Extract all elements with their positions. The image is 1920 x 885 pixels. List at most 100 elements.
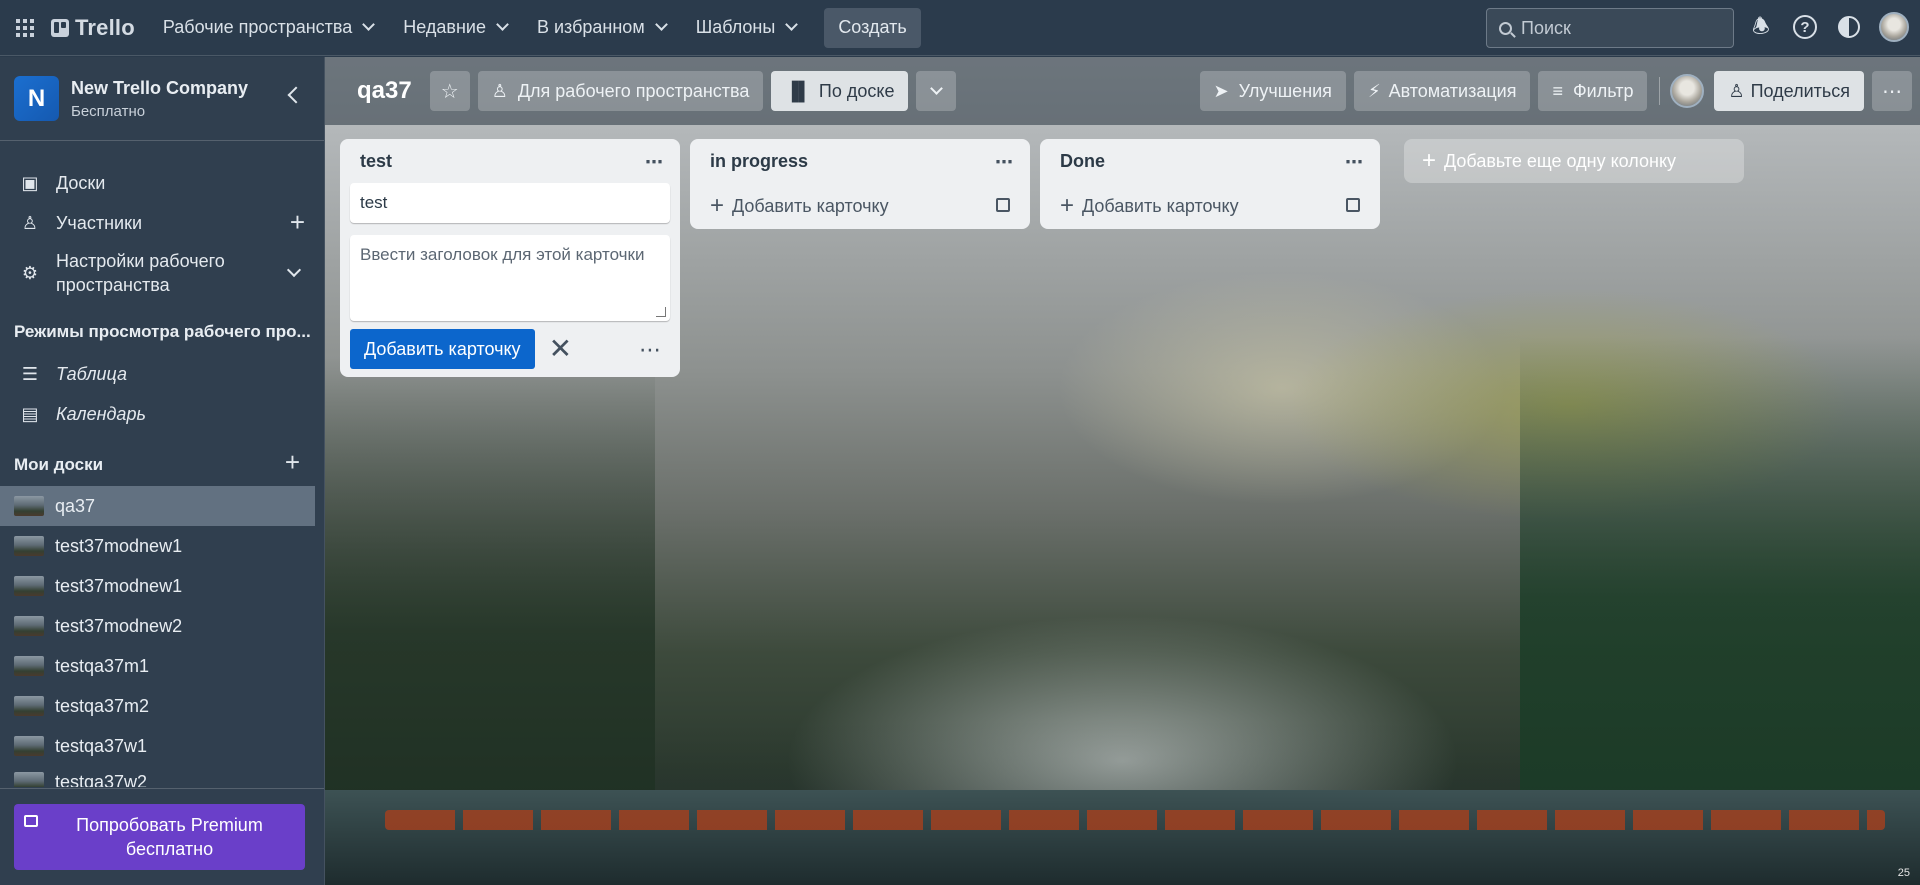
board-thumbnail bbox=[14, 736, 44, 756]
close-icon[interactable]: ✕ bbox=[549, 335, 572, 363]
filter-label: Фильтр bbox=[1572, 80, 1634, 101]
sidebar-board-item[interactable]: testqa37w2 bbox=[0, 766, 315, 787]
add-card-link[interactable]: + Добавить карточку bbox=[690, 183, 1030, 229]
sidebar-item-calendar[interactable]: ▤ Календарь bbox=[0, 394, 315, 434]
automation-button[interactable]: ⚡ Автоматизация bbox=[1353, 71, 1531, 111]
nav-workspaces-menu[interactable]: Рабочие пространства bbox=[151, 10, 385, 46]
board-name: testqa37w2 bbox=[55, 772, 148, 787]
visibility-button[interactable]: ♙ Для рабочего пространства bbox=[477, 71, 764, 111]
composer-actions: Добавить карточку ✕ ⋯ bbox=[340, 321, 680, 377]
board-name: testqa37m2 bbox=[55, 695, 150, 716]
sidebar-board-qa37[interactable]: qa37 bbox=[0, 486, 315, 526]
view-switcher-button[interactable]: ▐▌ По доске bbox=[771, 71, 909, 111]
list-menu-icon[interactable]: ⋯ bbox=[645, 152, 664, 173]
app-switcher-icon[interactable] bbox=[7, 10, 43, 46]
power-ups-button[interactable]: ➤ Улучшения bbox=[1199, 71, 1346, 111]
sidebar-board-item[interactable]: testqa37m2 bbox=[0, 686, 315, 726]
share-label: Поделиться bbox=[1750, 80, 1850, 101]
add-column-button[interactable]: + Добавьте еще одну колонку bbox=[1404, 139, 1744, 183]
list-title[interactable]: Done bbox=[1060, 151, 1105, 172]
list-title[interactable]: in progress bbox=[710, 151, 808, 172]
template-icon[interactable] bbox=[1346, 198, 1360, 212]
workspace-logo: N bbox=[14, 76, 59, 121]
board-icon: ▣ bbox=[21, 172, 39, 193]
add-card-button[interactable]: Добавить карточку bbox=[350, 329, 535, 369]
workspace-header: N New Trello Company Бесплатно bbox=[0, 57, 324, 141]
power-ups-label: Улучшения bbox=[1238, 80, 1332, 101]
premium-label: Попробовать Premium бесплатно bbox=[76, 815, 263, 859]
megaphone-icon[interactable]: 🕭 bbox=[1748, 14, 1774, 40]
workspace-sidebar: N New Trello Company Бесплатно ▣ Доски ♙… bbox=[0, 57, 325, 885]
board-thumbnail bbox=[14, 576, 44, 596]
background-forest bbox=[1520, 337, 1920, 817]
card-title-textarea[interactable]: Ввести заголовок для этой карточки bbox=[350, 235, 670, 321]
board-title[interactable]: qa37 bbox=[357, 77, 412, 105]
share-button[interactable]: ♙ Поделиться bbox=[1714, 71, 1864, 111]
more-icon[interactable]: ⋯ bbox=[639, 337, 662, 363]
more-icon: ⋯ bbox=[1882, 80, 1902, 103]
view-options-button[interactable] bbox=[916, 71, 957, 111]
nav-label: В избранном bbox=[536, 17, 645, 37]
trello-logo[interactable]: Trello bbox=[51, 15, 135, 41]
list-title[interactable]: test bbox=[360, 151, 392, 172]
add-card-label: Добавить карточку bbox=[732, 195, 889, 216]
chevron-down-icon[interactable] bbox=[286, 262, 302, 278]
sidebar-item-boards[interactable]: ▣ Доски bbox=[0, 163, 315, 203]
list-menu-icon[interactable]: ⋯ bbox=[995, 152, 1014, 173]
trello-logo-icon bbox=[51, 18, 69, 37]
star-icon: ☆ bbox=[440, 80, 459, 103]
template-icon[interactable] bbox=[996, 198, 1010, 212]
nav-label: Шаблоны bbox=[695, 17, 776, 37]
board-name: test37modnew2 bbox=[55, 615, 183, 636]
list-menu-icon[interactable]: ⋯ bbox=[1345, 152, 1364, 173]
chevron-down-icon bbox=[930, 81, 943, 95]
sidebar-item-label: Доски bbox=[56, 172, 106, 193]
list-done: Done ⋯ + Добавить карточку bbox=[1040, 139, 1380, 229]
list-test: test ⋯ test Ввести заголовок для этой ка… bbox=[340, 139, 680, 377]
background-boats bbox=[385, 810, 1885, 830]
add-card-link[interactable]: + Добавить карточку bbox=[1040, 183, 1380, 229]
workspace-name: New Trello Company bbox=[71, 77, 249, 98]
add-board-icon[interactable]: + bbox=[285, 449, 300, 475]
search-placeholder: Поиск bbox=[1521, 17, 1571, 38]
nav-recent-menu[interactable]: Недавние bbox=[391, 10, 519, 46]
table-icon: ☰ bbox=[21, 363, 39, 384]
board-menu-button[interactable]: ⋯ bbox=[1872, 71, 1912, 111]
board-thumbnail bbox=[14, 772, 44, 787]
user-avatar[interactable] bbox=[1879, 12, 1909, 42]
list-header[interactable]: in progress ⋯ bbox=[690, 139, 1030, 183]
resize-handle[interactable] bbox=[656, 307, 666, 317]
create-button[interactable]: Создать bbox=[824, 7, 921, 48]
list-header[interactable]: test ⋯ bbox=[340, 139, 680, 183]
sidebar-board-item[interactable]: testqa37w1 bbox=[0, 726, 315, 766]
card[interactable]: test bbox=[350, 183, 670, 223]
sidebar-board-item[interactable]: test37modnew1 bbox=[0, 526, 315, 566]
board-member-avatar[interactable] bbox=[1670, 74, 1705, 108]
chevron-down-icon bbox=[654, 18, 668, 31]
search-input[interactable]: Поиск bbox=[1486, 8, 1734, 48]
sidebar-board-item[interactable]: test37modnew1 bbox=[0, 566, 315, 606]
person-icon: ♙ bbox=[21, 212, 39, 233]
search-icon bbox=[1499, 21, 1512, 35]
board-thumbnail bbox=[14, 696, 44, 716]
star-board-button[interactable]: ☆ bbox=[429, 71, 470, 111]
sidebar-board-item[interactable]: test37modnew2 bbox=[0, 606, 315, 646]
theme-toggle-icon[interactable] bbox=[1838, 16, 1860, 38]
sidebar-item-label: Участники bbox=[56, 212, 142, 233]
sidebar-board-item[interactable]: testqa37m1 bbox=[0, 646, 315, 686]
divider bbox=[0, 788, 324, 789]
divider bbox=[1659, 77, 1661, 105]
add-member-icon[interactable]: + bbox=[290, 209, 305, 235]
nav-starred-menu[interactable]: В избранном bbox=[525, 10, 678, 46]
sidebar-item-members[interactable]: ♙ Участники + bbox=[0, 203, 315, 243]
list-in-progress: in progress ⋯ + Добавить карточку bbox=[690, 139, 1030, 229]
board-name: qa37 bbox=[55, 495, 96, 516]
filter-button[interactable]: ≡ Фильтр bbox=[1538, 71, 1648, 111]
list-header[interactable]: Done ⋯ bbox=[1040, 139, 1380, 183]
help-icon[interactable]: ? bbox=[1793, 15, 1817, 39]
collapse-sidebar-icon[interactable] bbox=[287, 86, 305, 104]
nav-templates-menu[interactable]: Шаблоны bbox=[684, 10, 809, 46]
try-premium-button[interactable]: Попробовать Premium бесплатно bbox=[14, 804, 305, 870]
sidebar-item-settings[interactable]: ⚙ Настройки рабочего пространства bbox=[0, 245, 315, 301]
sidebar-item-table[interactable]: ☰ Таблица bbox=[0, 354, 315, 394]
